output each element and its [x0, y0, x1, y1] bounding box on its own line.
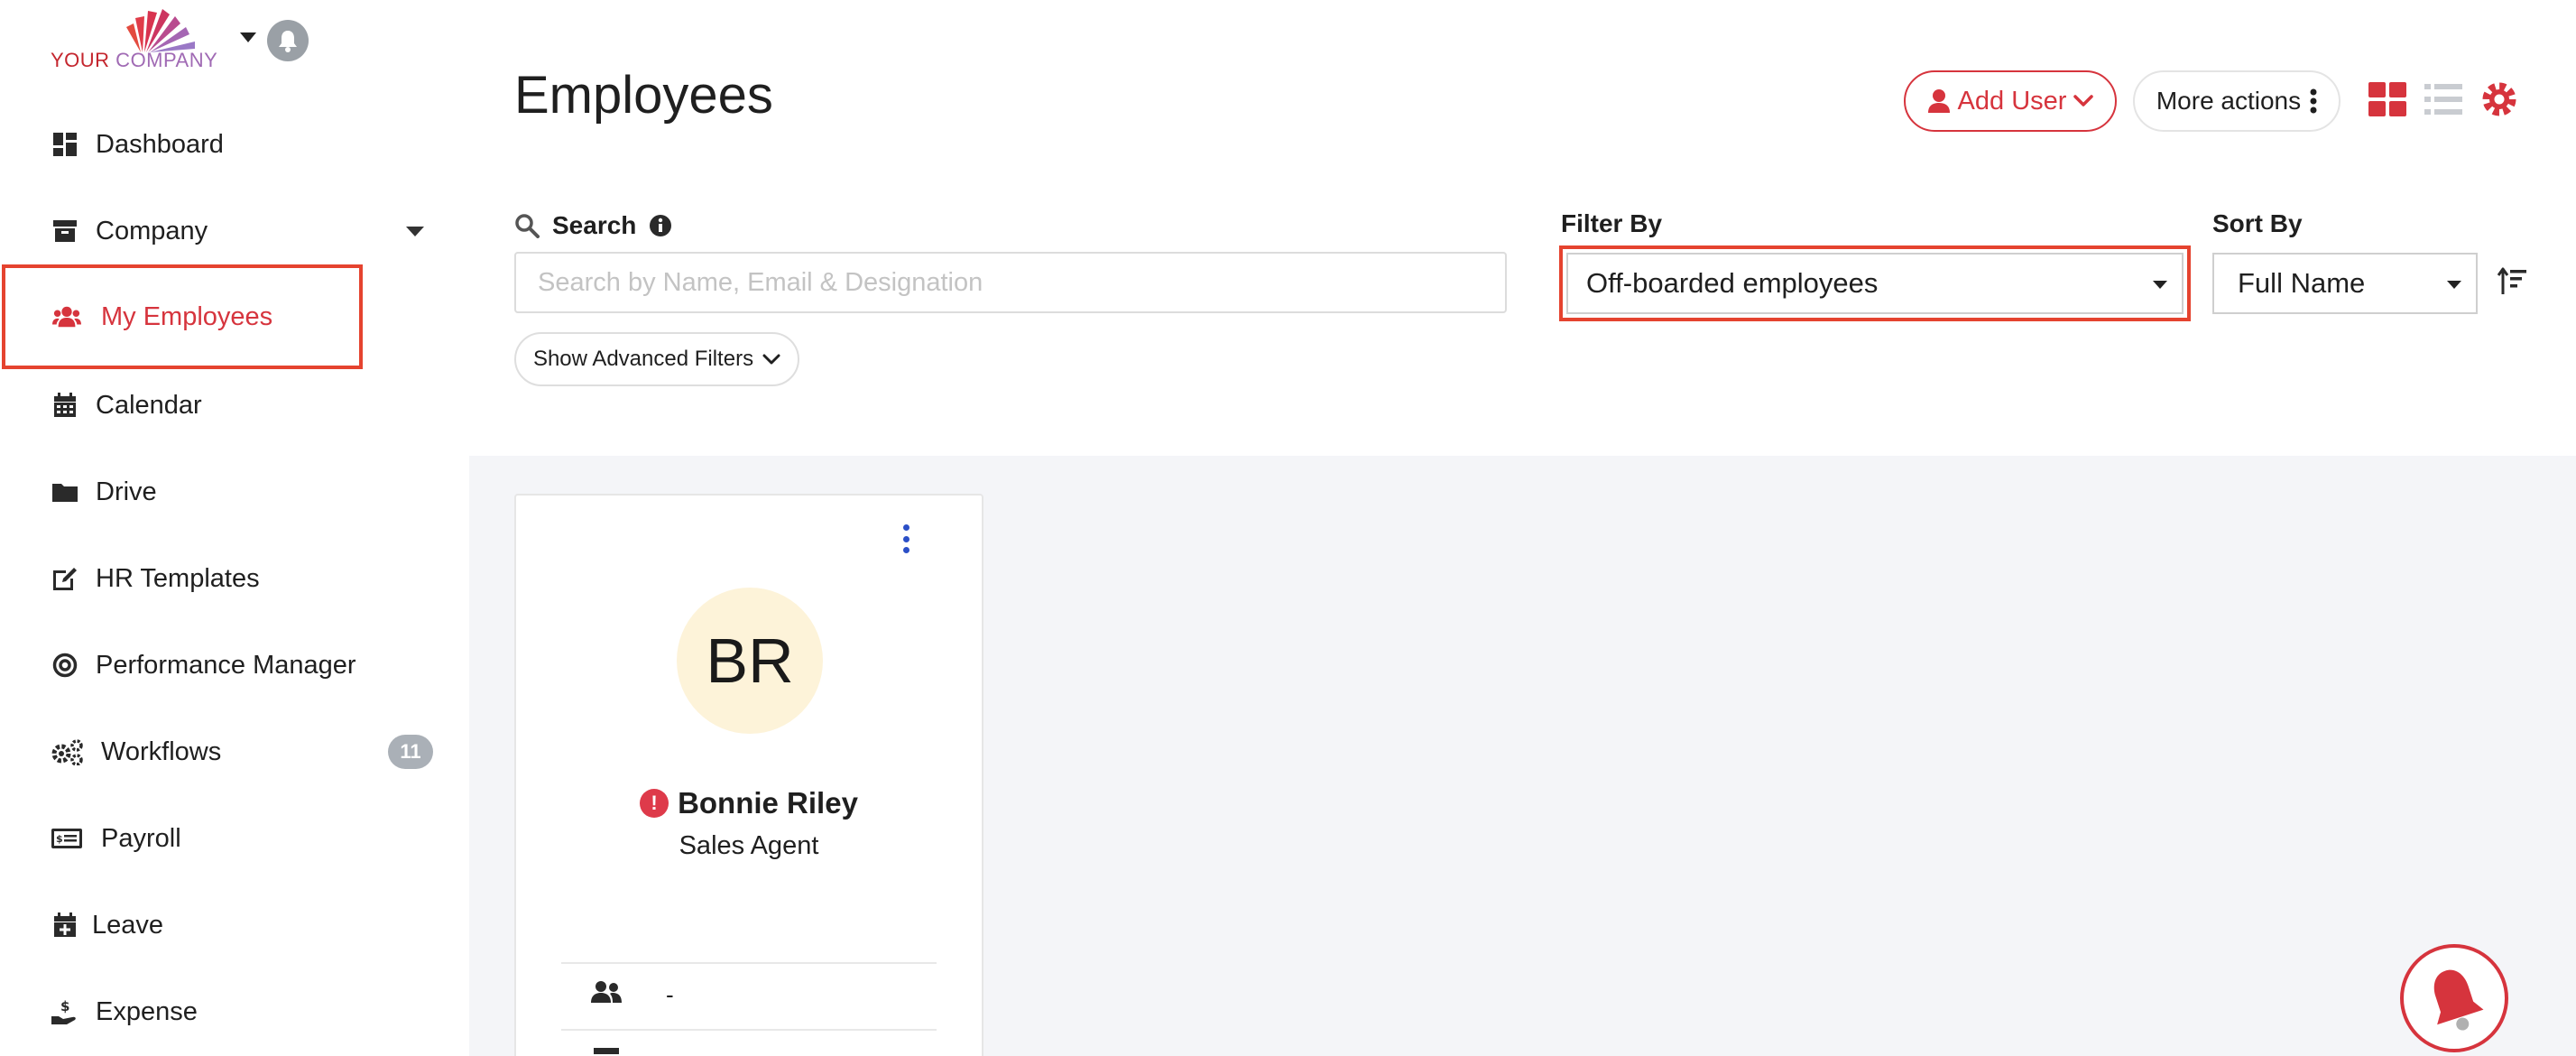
- divider: [561, 1029, 937, 1031]
- svg-text:$: $: [60, 998, 69, 1014]
- chevron-down-icon: [762, 354, 780, 365]
- sidebar-item-calendar[interactable]: Calendar: [0, 369, 460, 441]
- sidebar: YOUR COMPANY Dashboard Company My Employ…: [0, 0, 469, 1056]
- show-advanced-filters-button[interactable]: Show Advanced Filters: [514, 332, 799, 386]
- kebab-dot: [902, 524, 909, 531]
- sidebar-item-drive[interactable]: Drive: [0, 456, 460, 528]
- page-title: Employees: [514, 66, 773, 125]
- sidebar-item-label: Company: [96, 216, 208, 245]
- caret-down-icon: [2153, 281, 2167, 289]
- sidebar-item-label: Dashboard: [96, 129, 224, 159]
- employee-team: -: [666, 981, 674, 1008]
- sidebar-item-label: Drive: [96, 477, 157, 506]
- avatar: BR: [677, 588, 823, 734]
- list-view-icon: [2424, 84, 2462, 115]
- calendar-plus-icon: [51, 911, 79, 940]
- filter-by-label: Filter By: [1561, 209, 1663, 237]
- caret-down-icon: [2447, 281, 2461, 289]
- sidebar-item-label: Performance Manager: [96, 650, 356, 680]
- calendar-icon: [51, 391, 79, 420]
- sidebar-item-leave[interactable]: Leave: [0, 889, 460, 961]
- employee-name-row: ! Bonnie Riley: [516, 786, 982, 820]
- team-icon: [590, 979, 623, 1006]
- sort-ascending-icon: [2497, 267, 2526, 294]
- filter-by-select[interactable]: Off-boarded employees: [1566, 253, 2184, 314]
- svg-text:$: $: [56, 833, 63, 845]
- search-input[interactable]: [514, 252, 1507, 313]
- workflows-count-badge: 11: [388, 735, 433, 769]
- sidebar-item-label: Expense: [96, 996, 198, 1026]
- company-icon: [51, 217, 79, 245]
- advanced-filters-label: Show Advanced Filters: [532, 347, 754, 371]
- user-icon: [1927, 89, 1950, 113]
- sidebar-item-label: HR Templates: [96, 563, 260, 593]
- notifications-button[interactable]: [267, 20, 309, 61]
- search-label: Search: [552, 211, 637, 239]
- filter-selected-value: Off-boarded employees: [1586, 267, 1879, 299]
- sidebar-item-company[interactable]: Company: [0, 195, 460, 267]
- sidebar-item-performance-manager[interactable]: Performance Manager: [0, 629, 460, 701]
- money-icon: $: [51, 824, 83, 853]
- list-view-button[interactable]: [2424, 81, 2463, 117]
- sidebar-item-label: My Employees: [101, 301, 273, 331]
- sidebar-item-expense[interactable]: $ Expense: [0, 976, 460, 1048]
- card-menu-button[interactable]: [895, 523, 917, 555]
- employee-card[interactable]: BR ! Bonnie Riley Sales Agent -: [514, 494, 983, 1056]
- grid-view-icon: [2368, 82, 2406, 116]
- bell-icon: [2433, 969, 2484, 1031]
- more-actions-label: More actions: [2156, 87, 2302, 115]
- sidebar-item-label: Payroll: [101, 823, 181, 853]
- employee-name[interactable]: Bonnie Riley: [678, 786, 858, 820]
- sidebar-item-label: Leave: [92, 910, 164, 940]
- search-label-row: Search: [514, 208, 672, 244]
- logo-text: YOUR COMPANY: [51, 49, 218, 71]
- dashboard-icon: [51, 130, 79, 159]
- sort-selected-value: Full Name: [2238, 267, 2366, 299]
- help-button[interactable]: [2400, 944, 2508, 1052]
- sidebar-item-dashboard[interactable]: Dashboard: [0, 108, 460, 181]
- info-icon[interactable]: [649, 214, 672, 237]
- sidebar-item-label: Calendar: [96, 390, 202, 420]
- chevron-down-icon: [2073, 95, 2094, 107]
- kebab-dot: [902, 535, 909, 542]
- sidebar-item-label: Workflows: [101, 736, 222, 766]
- kebab-dot: [902, 547, 909, 553]
- department-icon: [590, 1046, 623, 1056]
- sidebar-item-workflows[interactable]: Workflows 11: [0, 716, 460, 788]
- cogs-icon: [49, 737, 85, 766]
- edit-icon: [51, 564, 79, 593]
- sidebar-item-my-employees[interactable]: My Employees: [2, 264, 363, 369]
- sort-by-select[interactable]: Full Name: [2212, 253, 2478, 314]
- company-logo[interactable]: YOUR COMPANY: [51, 0, 231, 76]
- offboarded-warning-icon: !: [640, 789, 669, 818]
- bell-icon: [279, 31, 297, 52]
- add-user-button[interactable]: Add User: [1904, 70, 2117, 132]
- vertical-dots-icon: [2310, 88, 2317, 114]
- chevron-down-icon[interactable]: [406, 226, 424, 236]
- sort-by-label: Sort By: [2212, 209, 2303, 237]
- add-user-label: Add User: [1957, 86, 2067, 116]
- hand-money-icon: $: [51, 997, 79, 1026]
- sidebar-item-payroll[interactable]: $ Payroll: [0, 802, 460, 875]
- users-icon: [52, 302, 81, 331]
- employee-title: Sales Agent: [679, 831, 819, 860]
- logo-fan-icon: [126, 9, 195, 52]
- sidebar-item-hr-templates[interactable]: HR Templates: [0, 542, 460, 615]
- more-actions-button[interactable]: More actions: [2133, 70, 2341, 132]
- divider: [561, 962, 937, 964]
- settings-button[interactable]: [2479, 79, 2519, 119]
- grid-view-button[interactable]: [2368, 81, 2407, 117]
- search-icon: [515, 214, 540, 238]
- gear-icon: [2482, 82, 2516, 116]
- folder-icon: [51, 477, 79, 506]
- target-icon: [51, 651, 79, 680]
- company-switcher-caret-icon[interactable]: [240, 32, 256, 42]
- sort-direction-button[interactable]: [2496, 265, 2528, 298]
